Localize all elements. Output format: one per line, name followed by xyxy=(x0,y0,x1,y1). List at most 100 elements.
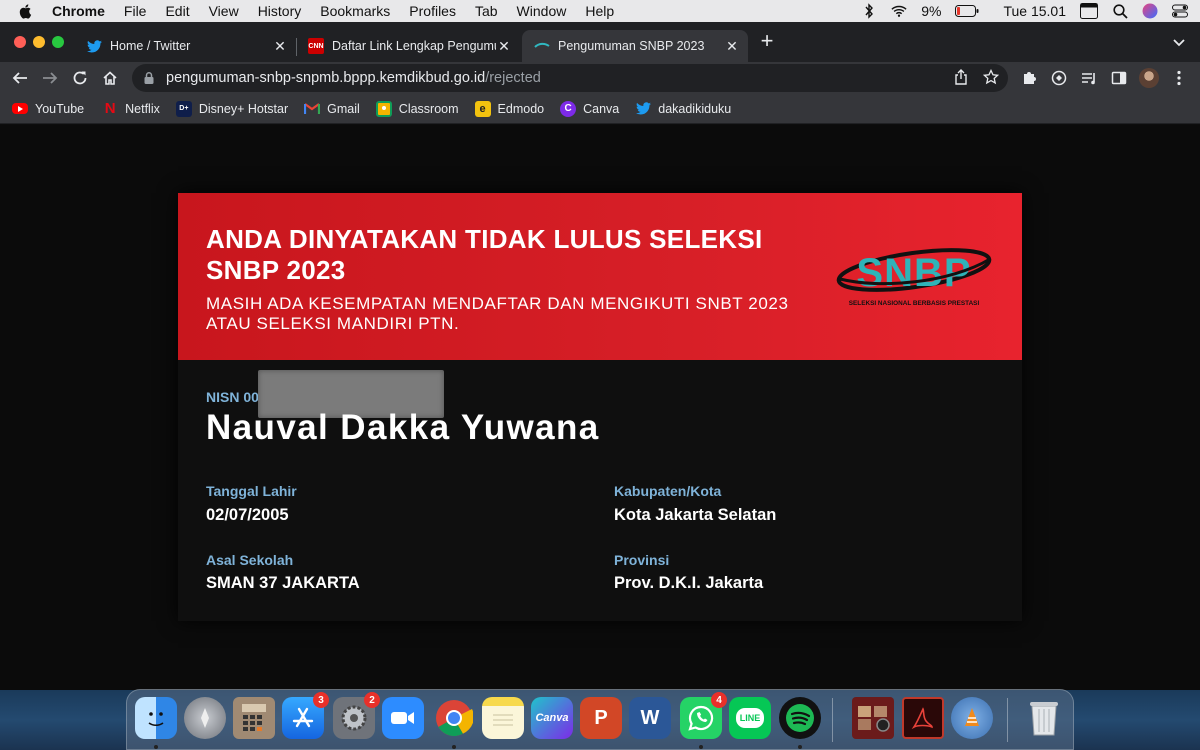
acrobat-icon[interactable] xyxy=(902,697,944,739)
bookmark-canva[interactable]: C Canva xyxy=(560,100,620,117)
menu-help[interactable]: Help xyxy=(585,3,614,19)
snbp-logo-tagline: SELEKSI NASIONAL BERBASIS PRESTASI xyxy=(849,300,980,307)
spotify-icon[interactable] xyxy=(779,697,821,739)
profile-avatar[interactable] xyxy=(1139,68,1159,88)
clock[interactable]: Tue 15.01 xyxy=(1003,3,1066,19)
running-indicator xyxy=(699,745,703,749)
page-content: ANDA DINYATAKAN TIDAK LULUS SELEKSI SNBP… xyxy=(0,125,1200,690)
reload-button[interactable] xyxy=(70,68,90,88)
bookmark-hotstar[interactable]: D+ Disney+ Hotstar xyxy=(175,100,288,117)
whatsapp-icon[interactable]: 4 xyxy=(680,692,727,739)
app-store-badge: 3 xyxy=(313,692,329,708)
trash-icon[interactable] xyxy=(1023,697,1065,739)
search-icon[interactable] xyxy=(1112,3,1128,19)
twitter-icon xyxy=(86,38,102,54)
back-button[interactable] xyxy=(10,68,30,88)
tab-twitter[interactable]: Home / Twitter ✕ xyxy=(74,30,296,62)
tab-strip: Home / Twitter ✕ CNN Daftar Link Lengkap… xyxy=(0,22,1200,62)
regency-label: Kabupaten/Kota xyxy=(614,483,722,499)
new-tab-button[interactable]: + xyxy=(758,30,776,52)
birth-date-value: 02/07/2005 xyxy=(206,506,289,524)
url-text: pengumuman-snbp-snpmb.bppp.kemdikbud.go.… xyxy=(166,70,541,86)
share-icon[interactable] xyxy=(952,68,970,86)
control-center-icon[interactable] xyxy=(1172,3,1188,19)
line-icon[interactable]: LINE xyxy=(729,697,771,739)
canva-app-icon[interactable]: Canva xyxy=(531,697,573,739)
bookmarks-bar: YouTube N Netflix D+ Disney+ Hotstar Gma… xyxy=(0,94,1200,124)
menu-tab[interactable]: Tab xyxy=(475,3,498,19)
menu-view[interactable]: View xyxy=(209,3,239,19)
close-tab-icon[interactable]: ✕ xyxy=(724,38,740,54)
close-tab-icon[interactable]: ✕ xyxy=(496,38,512,54)
battery-percent: 9% xyxy=(921,3,942,19)
home-button[interactable] xyxy=(100,68,120,88)
canva-icon: C xyxy=(560,100,577,117)
minimize-window-button[interactable] xyxy=(33,36,45,48)
notes-icon[interactable] xyxy=(482,697,524,739)
menu-history[interactable]: History xyxy=(258,3,302,19)
finder-icon[interactable] xyxy=(135,697,177,739)
close-window-button[interactable] xyxy=(14,36,26,48)
reading-list-icon[interactable] xyxy=(1080,69,1098,87)
result-card: ANDA DINYATAKAN TIDAK LULUS SELEKSI SNBP… xyxy=(178,193,1022,621)
tab-snbp-announcement[interactable]: Pengumuman SNBP 2023 ✕ xyxy=(522,30,748,62)
bookmark-youtube[interactable]: YouTube xyxy=(12,102,84,116)
bookmark-label: Canva xyxy=(583,101,620,116)
result-subline: MASIH ADA KESEMPATAN MENDAFTAR DAN MENGI… xyxy=(206,294,789,333)
side-panel-icon[interactable] xyxy=(1110,69,1128,87)
url-path: /rejected xyxy=(485,70,541,86)
address-bar[interactable]: pengumuman-snbp-snpmb.bppp.kemdikbud.go.… xyxy=(132,64,1008,92)
menu-file[interactable]: File xyxy=(124,3,147,19)
menu-bookmarks[interactable]: Bookmarks xyxy=(320,3,390,19)
system-preferences-icon[interactable]: 2 xyxy=(333,692,380,739)
forward-button[interactable] xyxy=(40,68,60,88)
extension-icon[interactable] xyxy=(1050,69,1068,87)
bookmark-gmail[interactable]: Gmail xyxy=(304,101,360,117)
running-indicator xyxy=(452,745,456,749)
bookmark-label: Classroom xyxy=(398,101,459,116)
menu-window[interactable]: Window xyxy=(517,3,567,19)
menu-bar: Chrome File Edit View History Bookmarks … xyxy=(0,0,1200,22)
youtube-icon xyxy=(12,103,28,114)
bookmark-twitter-profile[interactable]: dakadikiduku xyxy=(635,101,731,117)
menu-profiles[interactable]: Profiles xyxy=(409,3,456,19)
lock-icon[interactable] xyxy=(142,71,156,85)
tab-title: Daftar Link Lengkap Pengumum xyxy=(332,39,496,53)
more-options-icon[interactable] xyxy=(1170,69,1188,87)
close-tab-icon[interactable]: ✕ xyxy=(272,38,288,54)
result-banner: ANDA DINYATAKAN TIDAK LULUS SELEKSI SNBP… xyxy=(178,193,1022,360)
app-store-icon[interactable]: 3 xyxy=(282,692,329,739)
zoom-window-button[interactable] xyxy=(52,36,64,48)
calculator-icon[interactable] xyxy=(233,697,275,739)
cnn-icon: CNN xyxy=(308,38,324,54)
wifi-icon[interactable] xyxy=(891,3,907,19)
powerpoint-icon[interactable]: P xyxy=(580,697,622,739)
battery-icon[interactable] xyxy=(955,3,979,19)
gmail-icon xyxy=(304,101,321,117)
hotstar-icon: D+ xyxy=(175,100,192,117)
menu-app-name[interactable]: Chrome xyxy=(52,3,105,19)
bookmark-label: YouTube xyxy=(35,101,85,116)
apple-icon[interactable] xyxy=(18,3,34,19)
bookmark-netflix[interactable]: N Netflix xyxy=(102,100,160,117)
word-icon[interactable]: W xyxy=(629,697,671,739)
bookmark-classroom[interactable]: Classroom xyxy=(375,100,459,117)
calendar-icon[interactable] xyxy=(1080,3,1098,19)
netflix-icon: N xyxy=(104,100,116,117)
tab-title: Home / Twitter xyxy=(110,39,191,53)
chrome-icon[interactable] xyxy=(433,697,475,739)
photo-booth-icon[interactable] xyxy=(852,697,894,739)
bluetooth-icon[interactable] xyxy=(861,3,877,19)
school-value: SMAN 37 JAKARTA xyxy=(206,574,360,592)
zoom-icon[interactable] xyxy=(382,697,424,739)
bookmark-star-icon[interactable] xyxy=(982,68,1000,86)
siri-icon[interactable] xyxy=(1142,3,1158,19)
launchpad-icon[interactable] xyxy=(184,697,226,739)
bookmark-edmodo[interactable]: e Edmodo xyxy=(474,100,544,117)
extensions-puzzle-icon[interactable] xyxy=(1020,69,1038,87)
vlc-icon[interactable] xyxy=(951,697,993,739)
menu-edit[interactable]: Edit xyxy=(165,3,189,19)
student-name: Nauval Dakka Yuwana xyxy=(206,408,600,447)
tab-cnn-article[interactable]: CNN Daftar Link Lengkap Pengumum ✕ xyxy=(296,30,520,62)
tab-search-chevron-icon[interactable] xyxy=(1172,35,1186,49)
